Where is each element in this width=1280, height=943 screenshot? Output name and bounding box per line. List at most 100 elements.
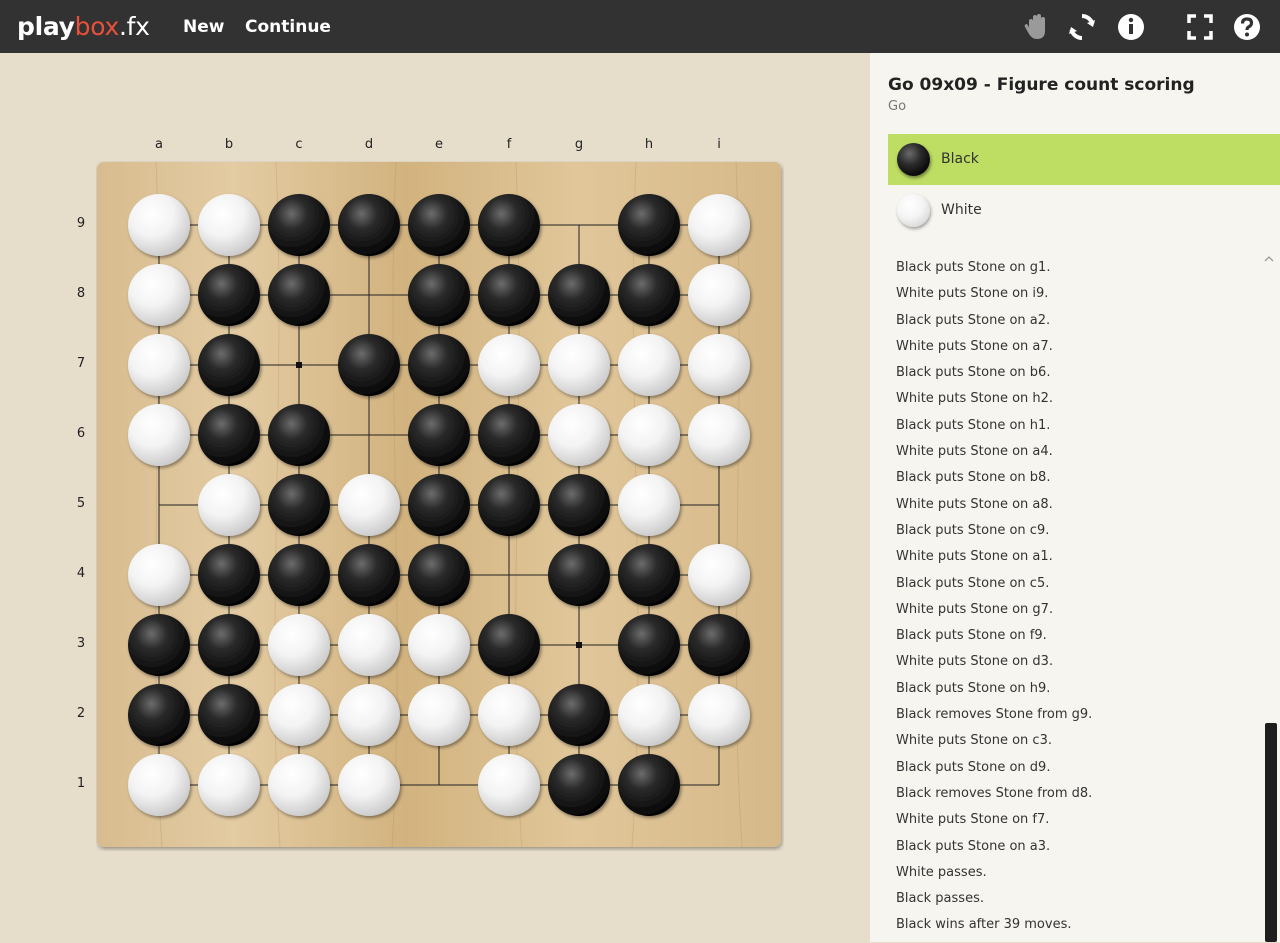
- move-history[interactable]: Black puts Stone on g1. White puts Stone …: [896, 259, 1266, 943]
- black-stone-b3: [198, 614, 260, 676]
- black-stone-c6: [268, 404, 330, 466]
- black-stone-c9: [268, 194, 330, 256]
- history-item[interactable]: Black puts Stone on a2.: [896, 312, 1266, 338]
- white-stone-i9: [688, 194, 750, 256]
- player-black[interactable]: Black: [888, 134, 1280, 185]
- info-icon[interactable]: [1116, 12, 1146, 42]
- white-stone-h2: [618, 684, 680, 746]
- white-stone-b1: [198, 754, 260, 816]
- history-item[interactable]: Black passes.: [896, 890, 1266, 916]
- white-stone-f7: [478, 334, 540, 396]
- history-item[interactable]: White puts Stone on a1.: [896, 548, 1266, 574]
- logo-play-text: play: [17, 12, 75, 41]
- black-stone-h8: [618, 264, 680, 326]
- black-stone-icon: [897, 143, 930, 176]
- stones-layer: [128, 194, 750, 816]
- history-item[interactable]: White puts Stone on i9.: [896, 285, 1266, 311]
- black-stone-g4: [548, 544, 610, 606]
- row-label-3: 3: [76, 636, 86, 651]
- history-item[interactable]: Black puts Stone on a3.: [896, 838, 1266, 864]
- row-label-5: 5: [76, 496, 86, 511]
- column-label-i: i: [717, 137, 721, 152]
- top-bar: playbox.fx New Continue: [0, 0, 1280, 53]
- black-stone-b8: [198, 264, 260, 326]
- refresh-icon[interactable]: [1067, 12, 1097, 42]
- star-point-g3: [576, 642, 582, 648]
- history-item[interactable]: White puts Stone on a4.: [896, 443, 1266, 469]
- white-stone-f2: [478, 684, 540, 746]
- row-label-6: 6: [76, 426, 86, 441]
- history-item[interactable]: Black puts Stone on h9.: [896, 680, 1266, 706]
- black-stone-e7: [408, 334, 470, 396]
- column-label-e: e: [435, 137, 443, 152]
- black-stone-e8: [408, 264, 470, 326]
- white-stone-h6: [618, 404, 680, 466]
- column-label-d: d: [364, 137, 374, 152]
- history-item[interactable]: White puts Stone on a8.: [896, 496, 1266, 522]
- history-item[interactable]: Black puts Stone on c5.: [896, 575, 1266, 601]
- history-item[interactable]: White passes.: [896, 864, 1266, 890]
- white-stone-d2: [338, 684, 400, 746]
- column-label-f: f: [506, 137, 512, 152]
- player-white[interactable]: White: [888, 185, 1280, 236]
- white-stone-b5: [198, 474, 260, 536]
- row-label-4: 4: [76, 566, 86, 581]
- history-item[interactable]: White puts Stone on c3.: [896, 732, 1266, 758]
- history-item[interactable]: White puts Stone on f7.: [896, 811, 1266, 837]
- history-item[interactable]: White puts Stone on g7.: [896, 601, 1266, 627]
- hand-icon[interactable]: [1021, 12, 1051, 42]
- black-stone-h3: [618, 614, 680, 676]
- white-stone-a6: [128, 404, 190, 466]
- black-stone-e4: [408, 544, 470, 606]
- continue-button[interactable]: Continue: [245, 17, 331, 37]
- history-item[interactable]: Black removes Stone from d8.: [896, 785, 1266, 811]
- black-stone-f3: [478, 614, 540, 676]
- column-label-h: h: [644, 137, 654, 152]
- black-stone-g1: [548, 754, 610, 816]
- logo-box-text: box: [74, 12, 120, 41]
- logo-fx-text: .fx: [118, 12, 150, 41]
- white-stone-c2: [268, 684, 330, 746]
- history-item[interactable]: White puts Stone on a7.: [896, 338, 1266, 364]
- white-stone-i2: [688, 684, 750, 746]
- history-item[interactable]: Black puts Stone on h1.: [896, 417, 1266, 443]
- black-stone-f6: [478, 404, 540, 466]
- go-board[interactable]: [96, 161, 784, 851]
- history-item[interactable]: Black puts Stone on b8.: [896, 469, 1266, 495]
- white-stone-d1: [338, 754, 400, 816]
- new-game-button[interactable]: New: [183, 17, 224, 37]
- scrollbar-thumb[interactable]: [1265, 723, 1277, 942]
- history-item[interactable]: Black puts Stone on d9.: [896, 759, 1266, 785]
- white-stone-a8: [128, 264, 190, 326]
- history-item[interactable]: Black puts Stone on b6.: [896, 364, 1266, 390]
- black-stone-d9: [338, 194, 400, 256]
- white-stone-i7: [688, 334, 750, 396]
- playbox-logo[interactable]: playbox.fx: [17, 12, 150, 41]
- help-icon[interactable]: [1232, 12, 1262, 42]
- column-label-c: c: [295, 137, 303, 152]
- black-stone-e9: [408, 194, 470, 256]
- history-item[interactable]: Black puts Stone on g1.: [896, 259, 1266, 285]
- white-stone-h7: [618, 334, 680, 396]
- history-item[interactable]: Black puts Stone on f9.: [896, 627, 1266, 653]
- white-stone-f1: [478, 754, 540, 816]
- black-stone-b4: [198, 544, 260, 606]
- black-stone-b7: [198, 334, 260, 396]
- white-stone-b9: [198, 194, 260, 256]
- black-stone-h4: [618, 544, 680, 606]
- row-label-9: 9: [76, 216, 86, 231]
- history-item[interactable]: White puts Stone on d3.: [896, 653, 1266, 679]
- history-item[interactable]: Black puts Stone on c9.: [896, 522, 1266, 548]
- history-item[interactable]: White puts Stone on h2.: [896, 390, 1266, 416]
- white-stone-e2: [408, 684, 470, 746]
- black-stone-a2: [128, 684, 190, 746]
- history-item[interactable]: Black removes Stone from g9.: [896, 706, 1266, 732]
- row-label-2: 2: [76, 706, 86, 721]
- black-stone-h9: [618, 194, 680, 256]
- black-stone-f5: [478, 474, 540, 536]
- white-stone-a4: [128, 544, 190, 606]
- white-stone-a7: [128, 334, 190, 396]
- black-stone-b6: [198, 404, 260, 466]
- fullscreen-icon[interactable]: [1185, 12, 1215, 42]
- history-item[interactable]: Black wins after 39 moves.: [896, 916, 1266, 942]
